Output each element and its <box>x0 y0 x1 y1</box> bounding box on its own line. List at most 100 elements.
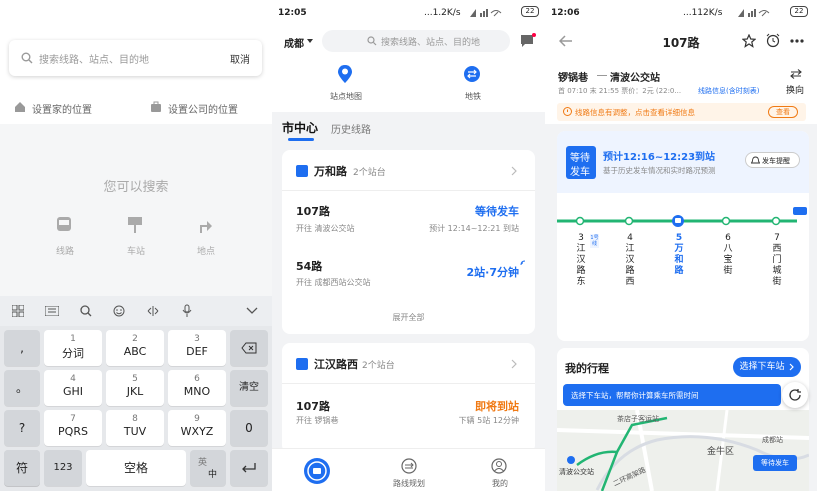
route-map[interactable]: 茶店子客运站 金牛区 成都站 清波公交站 二环高架路 等待发车 <box>557 410 809 491</box>
stop-card[interactable]: 万和路 2个站台 107路 开往 清波公交站 等待发车 预计 12:14~12:… <box>282 150 535 334</box>
route-plan-tab[interactable]: 路线规划 <box>393 478 425 489</box>
keyboard-toolbar <box>0 296 272 326</box>
map-label: 清波公交站 <box>559 468 594 476</box>
home-icon <box>15 102 25 112</box>
caret-down-icon[interactable] <box>307 39 313 43</box>
key-123[interactable]: 123 <box>44 450 82 486</box>
profile-icon[interactable] <box>491 458 507 474</box>
mine-tab[interactable]: 我的 <box>492 478 508 489</box>
set-home-button[interactable]: 设置家的位置 <box>32 101 92 116</box>
key-symbol[interactable]: 符 <box>4 450 40 486</box>
empty-hint: 您可以搜索 <box>103 180 169 195</box>
notice-view-button[interactable]: 查看 <box>768 106 798 118</box>
key-2[interactable]: 2 ABC <box>106 330 164 366</box>
eta-text: 预计12:16~12:23到站 <box>603 152 716 163</box>
chevron-right-icon <box>790 363 795 370</box>
station-3[interactable]: 3 江汉路东 <box>575 233 587 288</box>
my-trip-card: 我的行程 选择下车站 选择下车站，帮帮你计算乘车所需时间 茶店子客运站 金牛区 … <box>557 348 809 491</box>
key-enter[interactable] <box>230 450 268 486</box>
tab-underline <box>288 138 314 141</box>
keyboard-search-icon[interactable] <box>80 305 92 317</box>
timetable-link[interactable]: 线路信息(含时刻表) <box>698 86 759 96</box>
refresh-button[interactable] <box>782 382 808 408</box>
star-icon[interactable] <box>742 34 756 48</box>
search-bar[interactable]: 搜索线路、站点、目的地 <box>322 30 510 52</box>
key-0[interactable]: 0 <box>230 410 268 446</box>
station-6[interactable]: 6 八宝街 <box>722 233 734 277</box>
microphone-icon[interactable] <box>181 304 193 318</box>
more-icon[interactable] <box>790 39 804 43</box>
collapse-keyboard-icon[interactable] <box>246 307 258 315</box>
favorite-locations: 设置家的位置 设置公司的位置 <box>0 96 272 120</box>
divider <box>282 383 535 384</box>
category-stop: 车站 <box>127 247 146 257</box>
key-9[interactable]: 9 WXYZ <box>168 410 226 446</box>
city-selector[interactable]: 成都 <box>284 35 304 50</box>
stop-name: 江汉路西 <box>314 358 358 371</box>
stop-card[interactable]: 江汉路西 2个站台 107路 开往 锣锅巷 即将到站 下辆 5站 12分钟 <box>282 343 535 453</box>
route-number: 54路 <box>296 260 323 273</box>
cursor-move-icon[interactable] <box>147 305 159 317</box>
divider <box>282 190 535 191</box>
stop-map-icon[interactable] <box>336 64 354 84</box>
station-4[interactable]: 4 江汉路西 <box>624 233 636 288</box>
route-line <box>557 207 807 227</box>
swap-icon[interactable] <box>790 69 802 79</box>
departure-remind-button[interactable]: 发车提醒 <box>745 152 800 168</box>
bus-stop-icon <box>296 358 308 370</box>
tab-history[interactable]: 历史线路 <box>331 121 371 136</box>
key-5[interactable]: 5 JKL <box>106 370 164 406</box>
message-icon[interactable] <box>519 33 537 49</box>
key-backspace[interactable] <box>230 330 268 366</box>
key-space[interactable]: 空格 <box>86 450 186 486</box>
eta-subtext: 基于历史发车情况和实时路况预测 <box>603 166 716 175</box>
network-speed: ...112K/s <box>683 8 723 18</box>
key-comma[interactable]: , <box>4 330 40 366</box>
key-7[interactable]: 7 PQRS <box>44 410 102 446</box>
grid-menu-icon[interactable] <box>12 305 24 317</box>
refresh-icon <box>789 389 801 401</box>
stop-map-label[interactable]: 站点地图 <box>330 91 362 102</box>
empty-state: 您可以搜索 线路 车站 地点 <box>0 124 272 296</box>
key-lang-switch[interactable]: 英 中 <box>190 450 226 486</box>
terminal-stop: 清波公交站 <box>610 73 660 84</box>
select-stop-button[interactable]: 选择下车站 <box>733 357 801 377</box>
key-4[interactable]: 4 GHI <box>44 370 102 406</box>
bus-home-icon[interactable] <box>303 457 331 485</box>
map-bus-badge: 等待发车 <box>753 455 797 471</box>
key-question[interactable]: ? <box>4 410 40 446</box>
my-trip-title: 我的行程 <box>565 362 609 375</box>
enter-icon <box>242 463 256 473</box>
tab-downtown[interactable]: 市中心 <box>282 119 318 136</box>
key-8[interactable]: 8 TUV <box>106 410 164 446</box>
key-1[interactable]: 1 分词 <box>44 330 102 366</box>
keyboard-layout-icon[interactable] <box>45 306 59 316</box>
station-7[interactable]: 7 西门城街 <box>771 233 783 288</box>
cancel-button[interactable]: 取消 <box>230 51 250 66</box>
route-plan-icon[interactable] <box>401 458 417 474</box>
realtime-signal-icon <box>520 260 526 266</box>
reverse-button[interactable]: 换向 <box>786 83 804 96</box>
route-status: 即将到站 <box>475 400 519 413</box>
bottom-nav: 路线规划 我的 <box>272 448 545 491</box>
alarm-clock-icon[interactable] <box>766 33 780 48</box>
expand-all-button[interactable]: 展开全部 <box>282 312 535 323</box>
metro-icon[interactable] <box>463 65 481 83</box>
set-company-button[interactable]: 设置公司的位置 <box>168 101 238 116</box>
key-clear[interactable]: 清空 <box>230 370 268 406</box>
metro-label[interactable]: 地铁 <box>465 91 481 102</box>
search-input[interactable]: 搜索线路、站点、目的地 <box>39 51 149 66</box>
emoji-icon[interactable] <box>113 305 125 317</box>
key-3[interactable]: 3 DEF <box>168 330 226 366</box>
key-6[interactable]: 6 MNO <box>168 370 226 406</box>
chevron-right-icon[interactable] <box>511 359 517 369</box>
info-icon <box>563 107 572 116</box>
chevron-right-icon[interactable] <box>511 166 517 176</box>
notice-bar[interactable]: 线路信息有调整，点击查看详细信息 查看 <box>557 103 806 121</box>
briefcase-icon <box>151 101 161 112</box>
station-5-current[interactable]: 5 万和路 <box>673 233 685 277</box>
search-box[interactable]: 搜索线路、站点、目的地 取消 <box>9 40 262 76</box>
key-period[interactable]: 。 <box>4 370 40 406</box>
route-status-card: 等待 发车 预计12:16~12:23到站 基于历史发车情况和实时路况预测 发车… <box>557 131 809 341</box>
bus-stop-icon <box>128 217 142 233</box>
